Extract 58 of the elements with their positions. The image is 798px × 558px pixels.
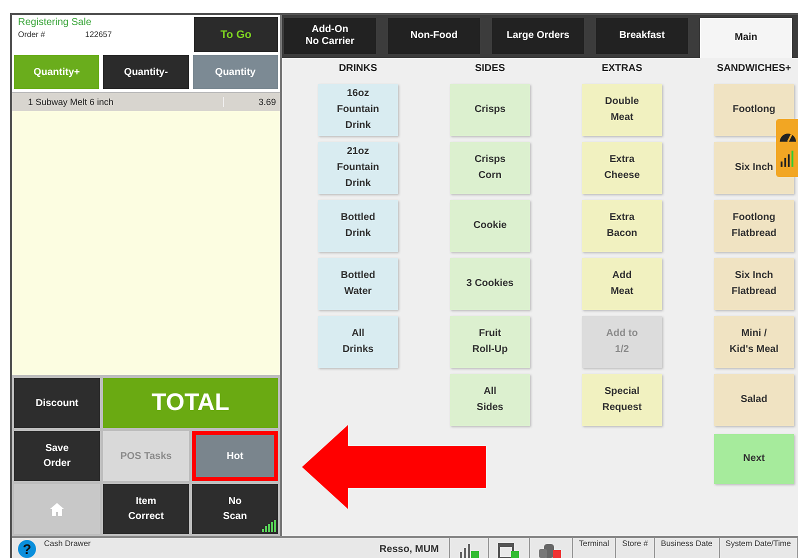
user-name: Resso, MUM bbox=[379, 538, 450, 558]
menu-item-button[interactable]: 21oz Fountain Drink bbox=[318, 142, 398, 194]
action-button[interactable]: No Scan bbox=[192, 484, 278, 534]
home-icon bbox=[50, 502, 64, 516]
menu-item-button[interactable]: Footlong bbox=[714, 84, 794, 136]
category-tab[interactable]: Main bbox=[700, 18, 792, 58]
order-item-name: 1 Subway Melt 6 inch bbox=[27, 97, 115, 107]
calendar-check-icon bbox=[496, 542, 521, 558]
column-heading: SANDWICHES+ bbox=[716, 62, 792, 76]
action-button[interactable]: Discount bbox=[14, 378, 100, 428]
category-tab[interactable]: Large Orders bbox=[492, 18, 584, 54]
action-button[interactable]: Item Correct bbox=[103, 484, 189, 534]
menu-item-button[interactable]: Bottled Drink bbox=[318, 200, 398, 252]
menu-item-button[interactable]: Cookie bbox=[450, 200, 530, 252]
action-button[interactable]: Hot bbox=[192, 431, 278, 481]
help-button[interactable]: ? bbox=[18, 540, 36, 558]
menu-item-button[interactable]: All Sides bbox=[450, 374, 530, 426]
category-tab[interactable]: Breakfast bbox=[596, 18, 688, 54]
quantity-button[interactable]: Quantity- bbox=[103, 55, 189, 89]
sale-status: Registering Sale bbox=[18, 17, 92, 28]
menu-item-button[interactable]: All Drinks bbox=[318, 316, 398, 368]
menu-item-button[interactable]: Crisps Corn bbox=[450, 142, 530, 194]
menu-item-button[interactable]: Mini / Kid's Meal bbox=[714, 316, 794, 368]
next-button[interactable]: Next bbox=[714, 434, 794, 484]
status-field: Terminal bbox=[572, 538, 616, 558]
to-go-button[interactable]: To Go bbox=[194, 17, 278, 52]
menu-item-button[interactable]: Extra Cheese bbox=[582, 142, 662, 194]
menu-item-button[interactable]: Extra Bacon bbox=[582, 200, 662, 252]
order-item-row[interactable]: 1 Subway Melt 6 inch 3.69 bbox=[12, 93, 280, 111]
menu-item-button[interactable]: Six Inch Flatbread bbox=[714, 258, 794, 310]
signal-icon bbox=[262, 520, 276, 532]
category-tab[interactable]: Non-Food bbox=[388, 18, 480, 54]
column-heading: SIDES bbox=[474, 62, 505, 76]
category-tab[interactable]: Add-On No Carrier bbox=[284, 18, 376, 54]
menu-item-button[interactable]: 16oz Fountain Drink bbox=[318, 84, 398, 136]
menu-item-button[interactable]: Crisps bbox=[450, 84, 530, 136]
signal-check-icon bbox=[458, 542, 480, 558]
quantity-button[interactable]: Quantity bbox=[192, 55, 278, 89]
order-item-price: 3.69 bbox=[223, 97, 280, 107]
menu-item-button[interactable]: 3 Cookies bbox=[450, 258, 530, 310]
menu-item-button[interactable]: Special Request bbox=[582, 374, 662, 426]
performance-toast[interactable] bbox=[776, 119, 798, 177]
action-button[interactable]: Save Order bbox=[14, 431, 100, 481]
column-heading: DRINKS bbox=[338, 62, 378, 76]
status-field: Business Date bbox=[654, 538, 720, 558]
menu-item-button[interactable]: Add Meat bbox=[582, 258, 662, 310]
order-number: 122657 bbox=[85, 30, 112, 39]
status-field: Store # bbox=[616, 538, 655, 558]
order-label: Order # bbox=[18, 30, 46, 39]
database-error-icon bbox=[538, 542, 564, 558]
cash-drawer-status: Cash Drawer bbox=[44, 538, 91, 550]
menu-item-button[interactable]: Bottled Water bbox=[318, 258, 398, 310]
menu-item-button[interactable]: Double Meat bbox=[582, 84, 662, 136]
menu-item-button[interactable]: Fruit Roll-Up bbox=[450, 316, 530, 368]
menu-item-button[interactable]: Footlong Flatbread bbox=[714, 200, 794, 252]
menu-item-button[interactable]: Salad bbox=[714, 374, 794, 426]
status-field: System Date/Time bbox=[720, 538, 798, 558]
column-heading: EXTRAS bbox=[602, 62, 642, 76]
